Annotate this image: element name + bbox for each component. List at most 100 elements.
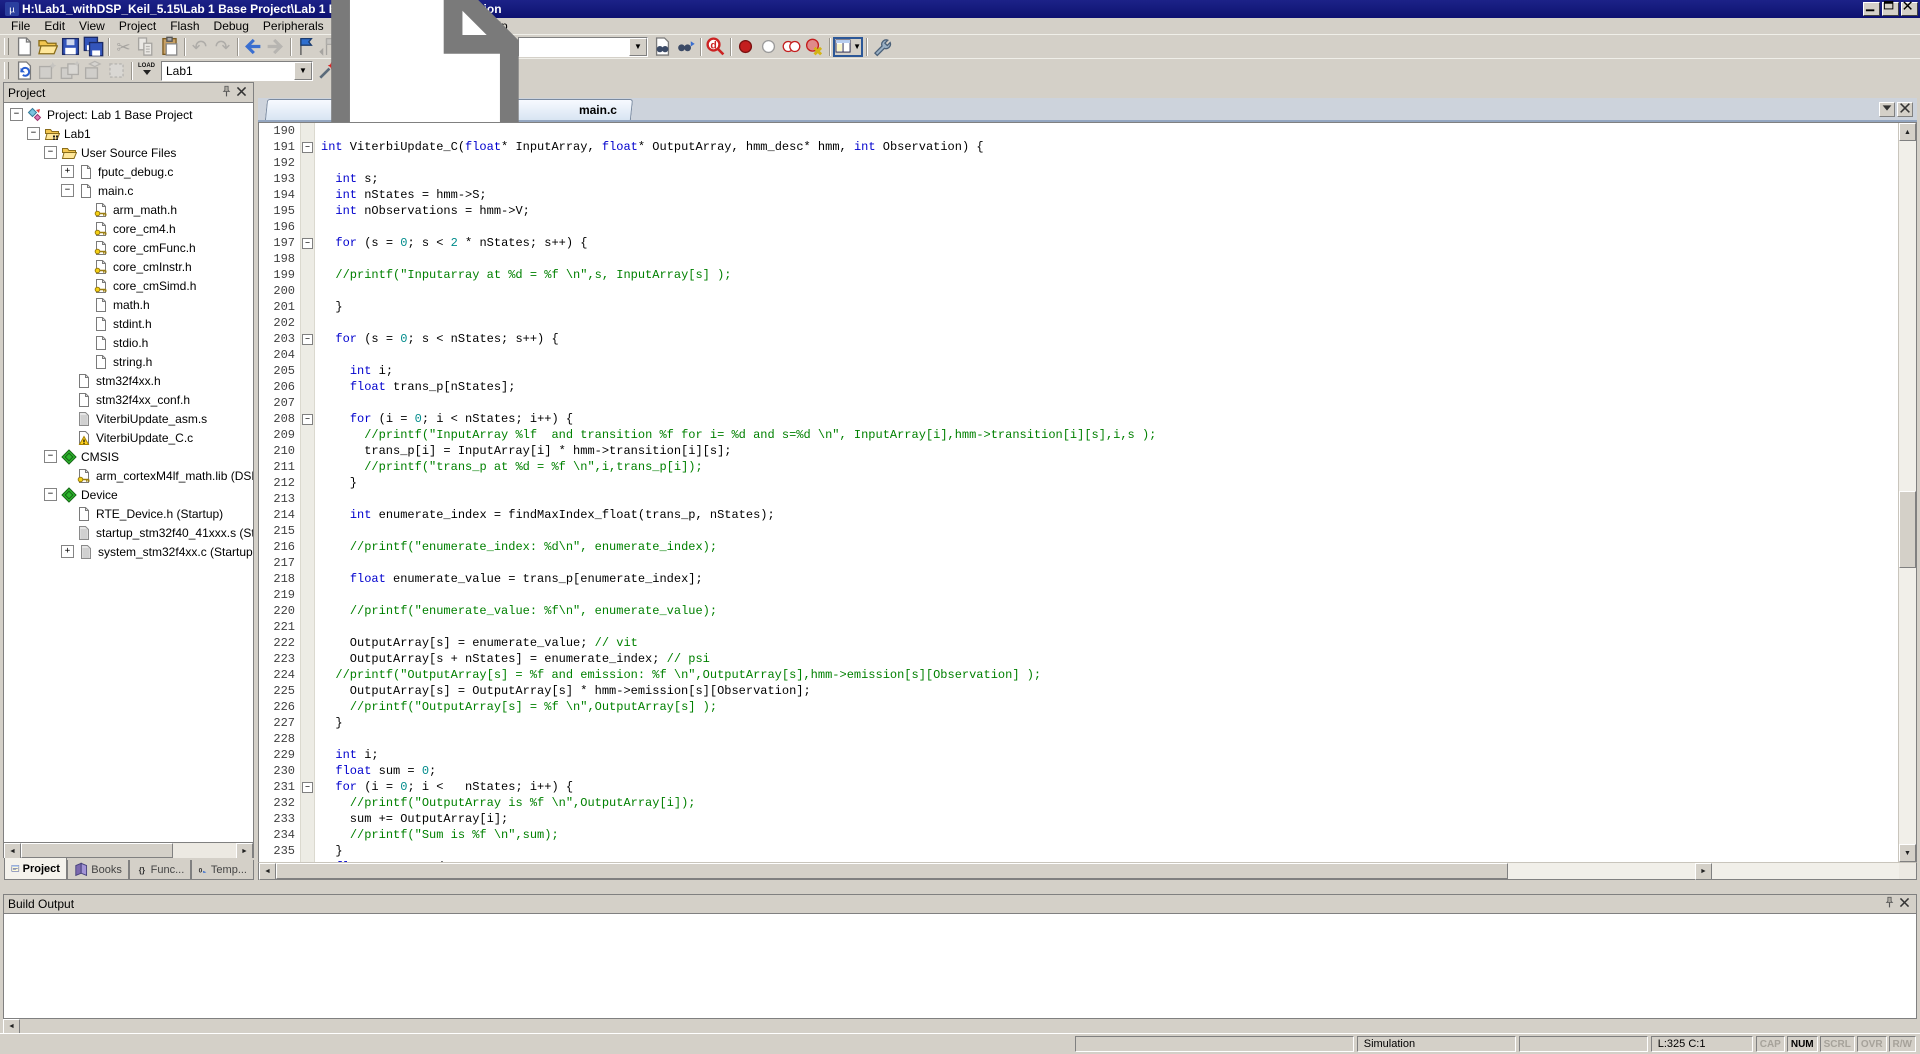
panel-tab-func[interactable]: {}Func... (129, 860, 191, 880)
fold-margin[interactable] (300, 299, 315, 315)
breakpoint-enable-button[interactable] (757, 37, 780, 57)
code-line[interactable]: 193 int s; (259, 171, 1898, 187)
code-line[interactable]: 233 sum += OutputArray[i]; (259, 811, 1898, 827)
scroll-left-arrow[interactable]: ◄ (3, 1019, 20, 1034)
find-button[interactable] (651, 37, 674, 57)
code-line[interactable]: 229 int i; (259, 747, 1898, 763)
fold-margin[interactable] (300, 859, 315, 862)
fold-margin[interactable] (300, 395, 315, 411)
tree-item[interactable]: startup_stm32f40_41xxx.s (Sta (4, 523, 253, 542)
fold-margin[interactable] (300, 491, 315, 507)
panel-close-button[interactable] (1897, 898, 1912, 911)
tree-item[interactable]: stm32f4xx_conf.h (4, 390, 253, 409)
scroll-thumb[interactable] (276, 863, 1508, 879)
tree-item[interactable]: −Project: Lab 1 Base Project (4, 105, 253, 124)
tree-item[interactable]: ViterbiUpdate_C.c (4, 428, 253, 447)
code-line[interactable]: 196 (259, 219, 1898, 235)
new-file-button[interactable] (13, 37, 36, 57)
tree-item[interactable]: core_cmInstr.h (4, 257, 253, 276)
code-line[interactable]: 228 (259, 731, 1898, 747)
code-line[interactable]: 195 int nObservations = hmm->V; (259, 203, 1898, 219)
code-line[interactable]: 217 (259, 555, 1898, 571)
code-line[interactable]: 220 //printf("enumerate_value: %f\n", en… (259, 603, 1898, 619)
menu-flash[interactable]: Flash (163, 18, 206, 34)
code-line[interactable]: 191−int ViterbiUpdate_C(float* InputArra… (259, 139, 1898, 155)
fold-margin[interactable] (300, 171, 315, 187)
fold-margin[interactable] (300, 459, 315, 475)
code-line[interactable]: 209 //printf("InputArray %lf and transit… (259, 427, 1898, 443)
code-line[interactable]: 203− for (s = 0; s < nStates; s++) { (259, 331, 1898, 347)
fold-margin[interactable] (300, 363, 315, 379)
fold-margin[interactable] (300, 427, 315, 443)
chevron-down-icon[interactable]: ▼ (853, 42, 861, 51)
code-line[interactable]: 206 float trans_p[nStates]; (259, 379, 1898, 395)
code-line[interactable]: 194 int nStates = hmm->S; (259, 187, 1898, 203)
fold-margin[interactable] (300, 555, 315, 571)
fold-collapse-icon[interactable]: − (302, 142, 313, 153)
fold-margin[interactable] (300, 587, 315, 603)
code-line[interactable]: 214 int enumerate_index = findMaxIndex_f… (259, 507, 1898, 523)
translate-button[interactable] (13, 61, 36, 81)
fold-margin[interactable] (300, 763, 315, 779)
batch-build-button[interactable] (82, 61, 105, 81)
panel-close-button[interactable] (234, 86, 249, 99)
collapse-icon[interactable]: − (10, 108, 23, 121)
undo-button[interactable]: ↶ (188, 37, 211, 57)
incremental-find-button[interactable] (674, 37, 697, 57)
fold-margin[interactable] (300, 667, 315, 683)
code-line[interactable]: 216 //printf("enumerate_index: %d\n", en… (259, 539, 1898, 555)
fold-margin[interactable]: − (300, 411, 315, 427)
scroll-left-arrow[interactable]: ◄ (259, 863, 276, 880)
tree-item[interactable]: −Device (4, 485, 253, 504)
tree-item[interactable]: −User Source Files (4, 143, 253, 162)
expand-icon[interactable]: + (61, 165, 74, 178)
configure-button[interactable] (870, 37, 893, 57)
tree-item[interactable]: +system_stm32f4xx.c (Startup) (4, 542, 253, 561)
code-line[interactable]: 202 (259, 315, 1898, 331)
fold-margin[interactable] (300, 187, 315, 203)
tree-item[interactable]: ViterbiUpdate_asm.s (4, 409, 253, 428)
scroll-track[interactable] (1899, 141, 1916, 844)
code-line[interactable]: 221 (259, 619, 1898, 635)
collapse-icon[interactable]: − (61, 184, 74, 197)
fold-margin[interactable]: − (300, 139, 315, 155)
tree-item[interactable]: arm_cortexM4lf_math.lib (DSP (4, 466, 253, 485)
fold-collapse-icon[interactable]: − (302, 238, 313, 249)
toolbar-grip[interactable] (4, 38, 9, 55)
fold-margin[interactable] (300, 379, 315, 395)
menu-view[interactable]: View (72, 18, 112, 34)
tree-item[interactable]: −CMSIS (4, 447, 253, 466)
fold-margin[interactable] (300, 443, 315, 459)
code-line[interactable]: 215 (259, 523, 1898, 539)
nav-back-button[interactable] (241, 37, 264, 57)
code-line[interactable]: 235 } (259, 843, 1898, 859)
code-line[interactable]: 231− for (i = 0; i < nStates; i++) { (259, 779, 1898, 795)
fold-margin[interactable] (300, 539, 315, 555)
fold-margin[interactable] (300, 507, 315, 523)
breakpoint-disable-button[interactable] (780, 37, 803, 57)
fold-margin[interactable] (300, 715, 315, 731)
open-folder-button[interactable] (36, 37, 59, 57)
tree-item[interactable]: core_cmFunc.h (4, 238, 253, 257)
menu-debug[interactable]: Debug (207, 18, 256, 34)
panel-pin-button[interactable] (1882, 898, 1897, 911)
minimize-button[interactable] (1863, 2, 1880, 16)
collapse-icon[interactable]: − (44, 488, 57, 501)
tree-item[interactable]: RTE_Device.h (Startup) (4, 504, 253, 523)
menu-file[interactable]: File (4, 18, 37, 34)
fold-margin[interactable]: − (300, 779, 315, 795)
collapse-icon[interactable]: − (44, 146, 57, 159)
scroll-thumb[interactable] (21, 843, 173, 858)
fold-margin[interactable]: − (300, 331, 315, 347)
code-line[interactable]: 224 //printf("OutputArray[s] = %f and em… (259, 667, 1898, 683)
stop-build-button[interactable] (105, 61, 128, 81)
tree-item[interactable]: stm32f4xx.h (4, 371, 253, 390)
fold-margin[interactable] (300, 603, 315, 619)
fold-collapse-icon[interactable]: − (302, 414, 313, 425)
tree-item[interactable]: arm_math.h (4, 200, 253, 219)
fold-margin[interactable] (300, 251, 315, 267)
code-line[interactable]: 227 } (259, 715, 1898, 731)
fold-margin[interactable] (300, 811, 315, 827)
code-line[interactable]: 201 } (259, 299, 1898, 315)
code-line[interactable]: 222 OutputArray[s] = enumerate_value; //… (259, 635, 1898, 651)
